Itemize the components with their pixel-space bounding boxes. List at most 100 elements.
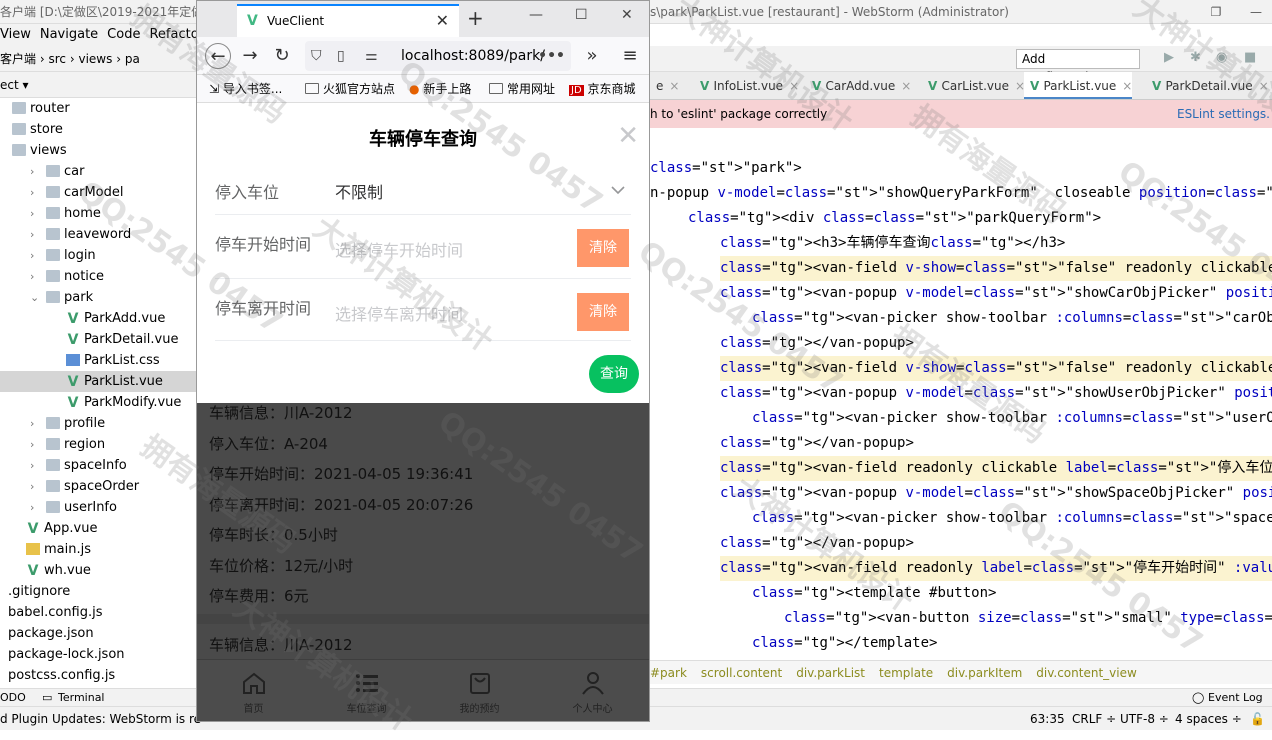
maximize-icon[interactable]: ☐ — [575, 7, 588, 23]
tree-item[interactable]: V App.vue — [0, 518, 196, 539]
breadcrumb-segment[interactable]: div.parkList — [796, 666, 865, 680]
editor-tab[interactable]: V CarAdd.vue × — [806, 72, 911, 99]
chevron-right-icon[interactable]: › — [30, 224, 34, 245]
chevron-right-icon[interactable]: › — [30, 413, 34, 434]
minimize-icon[interactable]: — — [1236, 0, 1272, 24]
file-encoding[interactable]: UTF-8 ÷ — [1120, 707, 1169, 731]
close-tab-icon[interactable]: × — [789, 79, 799, 93]
url-bar[interactable]: ⛉ ▯ ⚌ localhost:8089/park/ ••• — [305, 41, 571, 71]
nav-segment[interactable]: pa — [125, 52, 140, 66]
project-label[interactable]: ect — [0, 78, 19, 92]
menu-code[interactable]: Code — [107, 27, 140, 42]
browser-tab[interactable]: V VueClient ✕ — [237, 4, 459, 37]
close-icon[interactable]: ✕ — [617, 123, 639, 149]
tree-item[interactable]: V ParkDetail.vue — [0, 329, 196, 350]
caret-position[interactable]: 63:35 — [1030, 707, 1065, 731]
tree-item[interactable]: babel.config.js — [0, 602, 196, 623]
tree-item[interactable]: › profile — [0, 413, 196, 434]
editor-tab[interactable]: V CarList.vue × — [922, 72, 1025, 99]
reload-icon[interactable]: ↻ — [269, 43, 295, 69]
close-tab-icon[interactable]: × — [669, 79, 679, 93]
nav-segment[interactable]: src — [48, 52, 66, 66]
clear-start-time-button[interactable]: 清除 — [577, 229, 629, 267]
tree-item[interactable]: postcss.config.js — [0, 665, 196, 686]
tab-home[interactable]: 首页 — [197, 660, 310, 721]
bookmark-common-sites[interactable]: 常用网址 — [489, 75, 555, 103]
nav-segment[interactable]: views — [78, 52, 112, 66]
page-actions-icon[interactable]: ••• — [538, 41, 565, 71]
tree-item[interactable]: ⌄views — [0, 140, 196, 161]
chevron-down-icon[interactable]: ⌄ — [30, 287, 39, 308]
coverage-icon[interactable]: ◉ — [1216, 50, 1232, 66]
tree-item[interactable]: › userInfo — [0, 497, 196, 518]
tree-item[interactable]: package-lock.json — [0, 644, 196, 665]
breadcrumb-segment[interactable]: #park — [650, 666, 687, 680]
tree-item[interactable]: .gitignore — [0, 581, 196, 602]
chevron-right-icon[interactable]: › — [30, 203, 34, 224]
menu-view[interactable]: View — [0, 27, 31, 42]
bookmark-import[interactable]: ⇲ 导入书签... — [209, 75, 282, 103]
shield-icon[interactable]: ⛉ — [311, 41, 322, 71]
chevron-right-icon[interactable]: › — [30, 476, 34, 497]
eslint-settings-link[interactable]: ESLint settings. — [1177, 100, 1270, 128]
terminal-tool[interactable]: Terminal — [58, 689, 105, 707]
menu-refactor[interactable]: Refactor — [149, 27, 196, 42]
editor-tab[interactable]: V ParkDetail.vue × — [1146, 72, 1269, 99]
tree-item[interactable]: ⌄ park — [0, 287, 196, 308]
minimize-icon[interactable]: — — [529, 7, 543, 23]
restore-icon[interactable]: ❐ — [1196, 0, 1236, 24]
bookmark-firefox-site[interactable]: 火狐官方站点 — [305, 75, 395, 103]
chevron-right-icon[interactable]: › — [30, 182, 34, 203]
chevron-right-icon[interactable]: › — [30, 434, 34, 455]
tree-item[interactable]: main.js — [0, 539, 196, 560]
tree-item[interactable]: › home — [0, 203, 196, 224]
tree-item[interactable]: store — [0, 119, 196, 140]
tab-space-query[interactable]: 车位查询 — [310, 660, 423, 721]
hamburger-menu-icon[interactable]: ≡ — [617, 43, 643, 69]
line-separator[interactable]: CRLF ÷ — [1072, 707, 1116, 731]
tree-item[interactable]: › login — [0, 245, 196, 266]
permissions-icon[interactable]: ⚌ — [365, 41, 378, 71]
close-tab-icon[interactable]: ✕ — [436, 6, 449, 36]
chevron-right-icon[interactable]: › — [30, 497, 34, 518]
close-tab-icon[interactable]: × — [901, 79, 911, 93]
editor-tab[interactable]: e × — [650, 72, 679, 99]
back-icon[interactable]: ← — [205, 43, 231, 69]
editor-tab[interactable]: V ParkList.vue × — [1024, 72, 1133, 99]
close-tab-icon[interactable]: × — [1259, 79, 1269, 93]
tree-item[interactable]: › spaceInfo — [0, 455, 196, 476]
end-time-field[interactable]: 停车离开时间 选择停车离开时间 清除 — [215, 279, 631, 341]
bookmark-jd[interactable]: JD 京东商城 — [569, 75, 636, 105]
run-icon[interactable]: ▶ — [1164, 50, 1180, 66]
stop-icon[interactable]: ■ — [1244, 50, 1260, 66]
bookmark-getting-started[interactable]: ● 新手上路 — [409, 75, 471, 103]
code-editor[interactable]: class="st">"park"> n-popup v-model=class=… — [650, 128, 1272, 660]
tree-item[interactable]: › carModel — [0, 182, 196, 203]
close-tab-icon[interactable]: × — [1122, 79, 1132, 93]
chevron-right-icon[interactable]: › — [30, 266, 34, 287]
breadcrumb-segment[interactable]: scroll.content — [701, 666, 782, 680]
lock-icon[interactable]: 🔓 — [1250, 707, 1265, 731]
menu-navigate[interactable]: Navigate — [40, 27, 98, 42]
nav-segment[interactable]: 客户端 — [0, 52, 36, 66]
close-window-icon[interactable]: ✕ — [621, 7, 633, 23]
tree-item[interactable]: › notice — [0, 266, 196, 287]
tree-item[interactable]: package.json — [0, 623, 196, 644]
query-button[interactable]: 查询 — [589, 355, 639, 393]
overflow-icon[interactable]: » — [579, 43, 605, 69]
chevron-down-icon[interactable]: ▾ — [23, 78, 29, 92]
clear-end-time-button[interactable]: 清除 — [577, 293, 629, 331]
start-time-field[interactable]: 停车开始时间 选择停车开始时间 清除 — [215, 215, 631, 279]
breadcrumb-segment[interactable]: div.parkItem — [947, 666, 1022, 680]
breadcrumb-segment[interactable]: template — [879, 666, 933, 680]
tree-item[interactable]: router — [0, 98, 196, 119]
tab-my-reservation[interactable]: 我的预约 — [423, 660, 536, 721]
tree-item[interactable]: › car — [0, 161, 196, 182]
tree-item[interactable]: Vwh.vue — [0, 560, 196, 581]
tree-item[interactable]: V ParkList.vue — [0, 371, 196, 392]
breadcrumb-segment[interactable]: div.content_view — [1036, 666, 1137, 680]
space-field[interactable]: 停入车位 不限制 — [215, 165, 631, 215]
chevron-right-icon[interactable]: › — [30, 455, 34, 476]
new-tab-icon[interactable]: + — [467, 6, 484, 30]
tree-item[interactable]: ParkList.css — [0, 350, 196, 371]
